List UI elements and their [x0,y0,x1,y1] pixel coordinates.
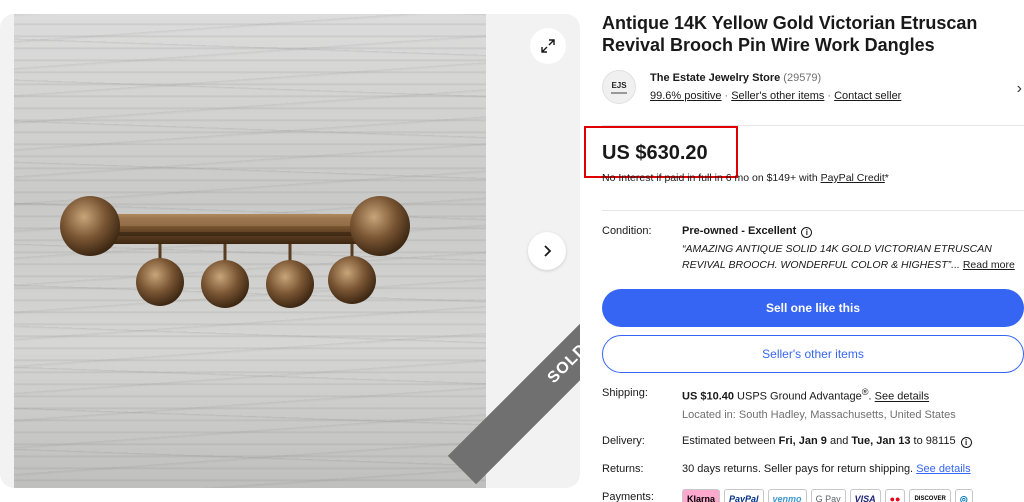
payments-label: Payments: [602,491,654,502]
item-location: Located in: South Hadley, Massachusetts,… [682,409,956,421]
paypal-credit-text: No Interest if paid in full in 6 mo on $… [602,172,889,184]
delivery-row: Delivery: Estimated between Fri, Jan 9 a… [602,435,1024,463]
mastercard-icon: ●● [884,489,906,502]
visa-icon: VISA [849,489,881,502]
discover-icon: DISCOVER [909,489,951,502]
chevron-right-icon[interactable]: › [1017,80,1022,98]
delivery-label: Delivery: [602,435,645,447]
venmo-icon: venmo [767,489,807,502]
contact-seller-link[interactable]: Contact seller [834,90,901,102]
returns-value: 30 days returns. Seller pays for return … [682,463,971,475]
seller-card[interactable]: EJS The Estate Jewelry Store (29579) 99.… [602,70,1024,126]
shipping-see-details-link[interactable]: See details [875,391,929,403]
seller-logo-line [611,91,627,94]
image-gallery: SOLD [0,14,580,488]
google-pay-icon: G Pay [810,489,846,502]
seller-other-items-button[interactable]: Seller's other items [602,335,1024,373]
payment-methods: Klarna PayPal venmo G Pay VISA ●● DISCOV… [682,489,973,502]
price: US $630.20 [602,142,708,164]
payments-row: Payments: Klarna PayPal venmo G Pay VISA… [602,489,1024,502]
expand-button[interactable] [530,28,566,64]
listing-page: SOLD Antique 14K Yellow Gold Victorian E… [0,0,1024,502]
next-image-button[interactable] [528,232,566,270]
seller-logo[interactable]: EJS [602,70,636,104]
paypal-icon: PayPal [724,489,764,502]
brooch-image [60,196,410,308]
info-icon[interactable]: i [801,227,813,238]
seller-feedback-count: (29579) [783,72,822,84]
product-photo[interactable] [14,14,486,488]
read-more-link[interactable]: Read more [963,259,1015,271]
shipping-label: Shipping: [602,387,648,399]
sell-one-like-this-button[interactable]: Sell one like this [602,289,1024,327]
expand-icon [541,39,555,53]
listing-title: Antique 14K Yellow Gold Victorian Etrusc… [602,13,978,55]
shipping-value: US $10.40 USPS Ground Advantage®. See de… [682,387,930,403]
seller-logo-text: EJS [611,80,627,90]
info-icon[interactable]: i [960,437,972,448]
details-section: Shipping: US $10.40 USPS Ground Advantag… [602,387,1024,502]
condition-section: Condition: Pre-owned - Excellent i “AMAZI… [602,225,1024,289]
returns-row: Returns: 30 days returns. Seller pays fo… [602,463,1024,491]
condition-label: Condition: [602,225,652,237]
delivery-value: Estimated between Fri, Jan 9 and Tue, Ja… [682,435,972,448]
diners-club-icon: ◎ [954,489,973,502]
klarna-icon: Klarna [682,489,721,502]
location-row: Located in: South Hadley, Massachusetts,… [602,409,1024,435]
returns-see-details-link[interactable]: See details [916,463,970,475]
chevron-right-icon [544,245,552,257]
returns-label: Returns: [602,463,644,475]
shipping-row: Shipping: US $10.40 USPS Ground Advantag… [602,387,1024,409]
seller-positive-link[interactable]: 99.6% positive [650,90,722,102]
listing-info: Antique 14K Yellow Gold Victorian Etrusc… [584,12,1024,502]
condition-description: “AMAZING ANTIQUE SOLID 14K GOLD VICTORIA… [682,243,1015,271]
seller-links: 99.6% positive · Seller's other items · Cont… [650,90,902,102]
seller-name-line: The Estate Jewelry Store (29579) [650,72,821,84]
divider [602,210,1024,211]
seller-name[interactable]: The Estate Jewelry Store [650,72,780,84]
paypal-credit-link[interactable]: PayPal Credit [821,172,885,184]
seller-other-items-link[interactable]: Seller's other items [731,90,824,102]
condition-value: Pre-owned - Excellent i [682,225,813,238]
price-block: US $630.20 No Interest if paid in full i… [584,126,1024,194]
